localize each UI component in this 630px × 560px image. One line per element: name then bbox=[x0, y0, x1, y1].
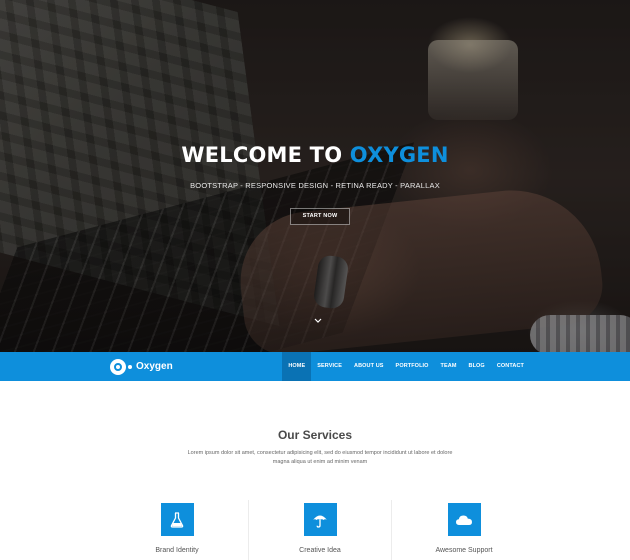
nav-item-about-us[interactable]: ABOUT US bbox=[348, 352, 390, 381]
service-label: Creative Idea bbox=[299, 547, 341, 554]
hero-overlay bbox=[0, 0, 630, 352]
chevron-down-icon[interactable] bbox=[313, 316, 323, 326]
service-label: Awesome Support bbox=[435, 547, 493, 554]
nav-menu: HOME SERVICE ABOUT US PORTFOLIO TEAM BLO… bbox=[282, 352, 530, 381]
nav-item-blog[interactable]: BLOG bbox=[463, 352, 491, 381]
nav-item-home[interactable]: HOME bbox=[282, 352, 312, 381]
service-creative-idea: Creative Idea bbox=[260, 503, 380, 554]
brand-link[interactable]: Oxygen bbox=[110, 358, 173, 375]
brand-name: Oxygen bbox=[136, 361, 173, 372]
service-label: Brand Identity bbox=[155, 547, 199, 554]
nav-item-service[interactable]: SERVICE bbox=[311, 352, 348, 381]
nav-item-team[interactable]: TEAM bbox=[435, 352, 463, 381]
services-description: Lorem ipsum dolor sit amet, consectetur … bbox=[187, 450, 453, 465]
hero-title: WELCOME TO OXYGEN bbox=[0, 143, 630, 167]
service-divider bbox=[248, 500, 249, 560]
service-brand-identity: Brand Identity bbox=[117, 503, 237, 554]
nav-item-contact[interactable]: CONTACT bbox=[491, 352, 530, 381]
flask-icon bbox=[160, 503, 194, 536]
service-divider bbox=[391, 500, 392, 560]
hero-title-accent: OXYGEN bbox=[349, 143, 449, 167]
logo-dot-icon bbox=[128, 364, 132, 369]
cloud-icon bbox=[447, 503, 481, 536]
umbrella-icon bbox=[303, 503, 337, 536]
oxygen-logo-icon bbox=[110, 358, 126, 375]
nav-item-portfolio[interactable]: PORTFOLIO bbox=[390, 352, 435, 381]
service-awesome-support: Awesome Support bbox=[404, 503, 524, 554]
services-title: Our Services bbox=[277, 428, 353, 442]
main-navbar: Oxygen HOME SERVICE ABOUT US PORTFOLIO T… bbox=[0, 352, 630, 381]
hero-section: WELCOME TO OXYGEN BOOTSTRAP - RESPONSIVE… bbox=[0, 0, 630, 352]
start-now-button[interactable]: START NOW bbox=[290, 208, 350, 225]
hero-subtitle: BOOTSTRAP - RESPONSIVE DESIGN - RETINA R… bbox=[190, 181, 440, 190]
hero-title-main: WELCOME TO bbox=[181, 143, 350, 167]
